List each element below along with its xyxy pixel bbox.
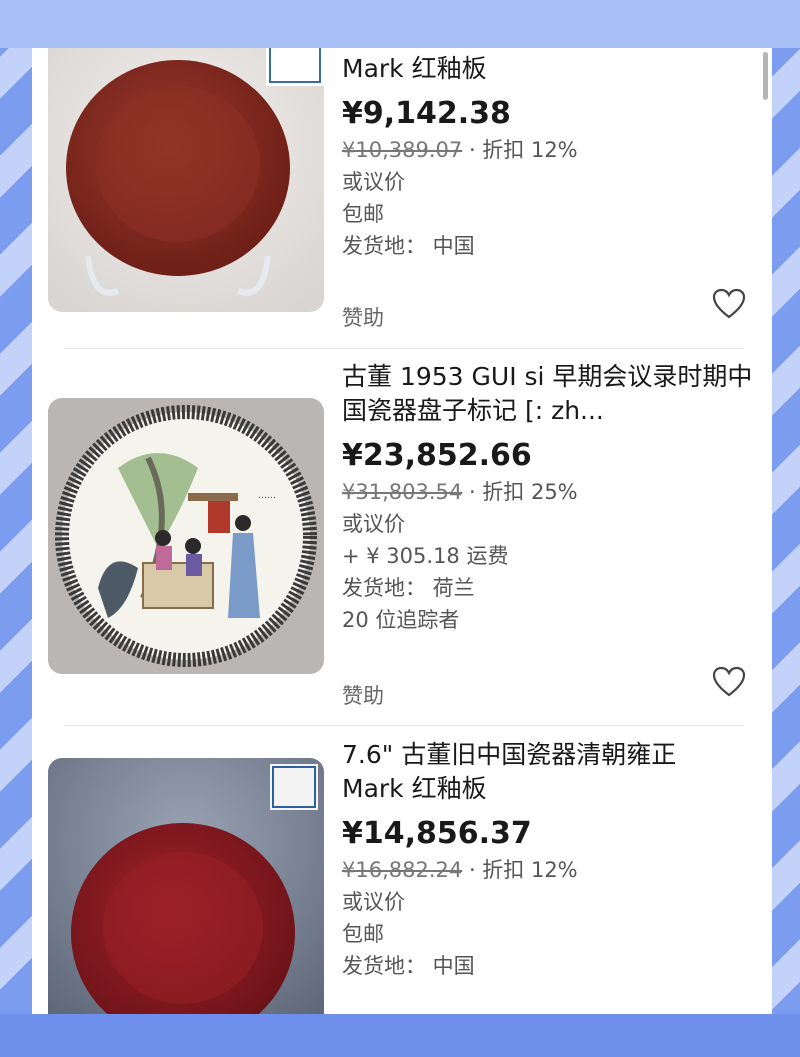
location-label: 发货地： 荷兰: [342, 576, 475, 600]
product-image[interactable]: [48, 48, 324, 312]
frame-top-band: [0, 0, 800, 48]
heart-icon[interactable]: [712, 666, 746, 698]
location-label: 发货地： 中国: [342, 954, 475, 978]
original-price: ¥31,803.54: [342, 480, 463, 504]
price-discount-row: ¥10,389.07 · 折扣 12%: [342, 134, 762, 166]
sponsored-label: 赞助: [342, 684, 384, 708]
listing-title[interactable]: 古董 1953 GUI si 早期会议录时期中国瓷器盘子标记 [: zh...: [342, 360, 762, 428]
divider: [64, 348, 744, 349]
discount-label: · 折扣 12%: [468, 858, 578, 882]
product-image[interactable]: [48, 758, 324, 1014]
shipping-label: 包邮: [342, 922, 384, 946]
painted-plate-image: ……: [48, 398, 324, 674]
heart-icon[interactable]: [712, 288, 746, 320]
frame-bottom-band: [0, 1014, 800, 1057]
listing-title[interactable]: Mark 红釉板: [342, 52, 762, 86]
location-label: 发货地： 中国: [342, 234, 475, 258]
shipping-label: 包邮: [342, 202, 384, 226]
listing-price: ¥14,856.37: [342, 816, 532, 851]
product-image[interactable]: ……: [48, 398, 324, 674]
price-discount-row: ¥16,882.24 · 折扣 12%: [342, 854, 762, 886]
discount-label: · 折扣 12%: [468, 138, 578, 162]
red-plate-image: [48, 48, 324, 312]
discount-label: · 折扣 25%: [468, 480, 578, 504]
svg-text:……: ……: [258, 491, 276, 501]
list-item[interactable]: Mark 红釉板 ¥9,142.38 ¥10,389.07 · 折扣 12% 或…: [32, 48, 772, 348]
listing-price: ¥23,852.66: [342, 438, 532, 473]
listing-price: ¥9,142.38: [342, 96, 511, 131]
offer-label: 或议价: [342, 890, 405, 914]
list-item[interactable]: …… 古董 1953 GUI si 早期会议录时期中国瓷器盘子标记 [: zh.…: [32, 360, 772, 720]
price-discount-row: ¥31,803.54 · 折扣 25%: [342, 476, 762, 508]
shipping-label: + ¥ 305.18 运费: [342, 544, 509, 568]
listing-title[interactable]: 7.6" 古董旧中国瓷器清朝雍正 Mark 红釉板: [342, 738, 742, 806]
offer-label: 或议价: [342, 512, 405, 536]
original-price: ¥16,882.24: [342, 858, 463, 882]
watchers-label: 20 位追踪者: [342, 608, 460, 632]
search-results-screen[interactable]: Mark 红釉板 ¥9,142.38 ¥10,389.07 · 折扣 12% 或…: [32, 48, 772, 1014]
list-item[interactable]: 7.6" 古董旧中国瓷器清朝雍正 Mark 红釉板 ¥14,856.37 ¥16…: [32, 738, 772, 1014]
offer-label: 或议价: [342, 170, 405, 194]
original-price: ¥10,389.07: [342, 138, 463, 162]
divider: [64, 725, 744, 726]
red-plate-image: [48, 758, 324, 1014]
sponsored-label: 赞助: [342, 306, 384, 330]
